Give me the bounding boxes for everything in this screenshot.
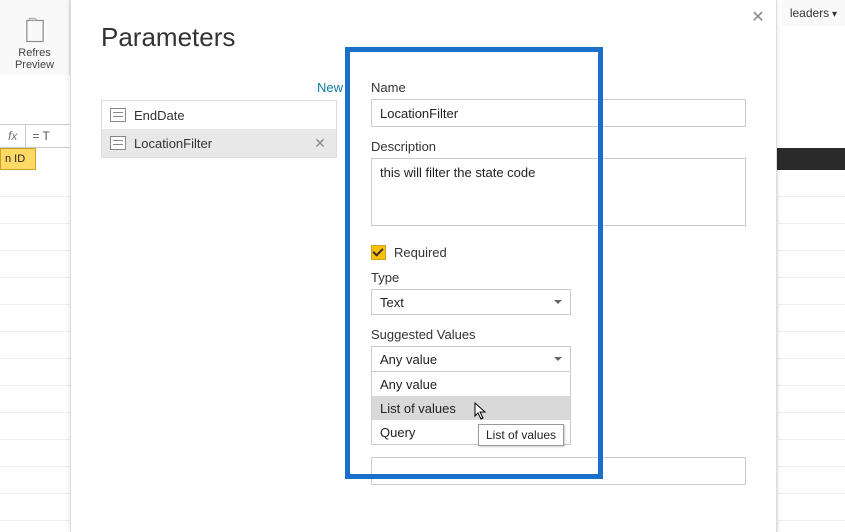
required-checkbox[interactable] xyxy=(371,245,386,260)
option-any-value[interactable]: Any value xyxy=(372,372,570,396)
new-parameter-link[interactable]: New xyxy=(317,80,343,95)
suggested-values-dropdown[interactable]: Any value xyxy=(371,346,571,372)
parameter-list: EndDate LocationFilter ✕ xyxy=(101,100,337,158)
type-value: Text xyxy=(380,295,404,310)
suggested-values-label: Suggested Values xyxy=(371,327,746,342)
dialog-title: Parameters xyxy=(71,0,776,69)
grid-rows-left xyxy=(0,170,70,532)
grid-rows-right xyxy=(777,170,845,532)
parameter-name: EndDate xyxy=(134,108,185,123)
required-row[interactable]: Required xyxy=(371,245,746,260)
parameter-icon xyxy=(110,136,126,150)
option-list-of-values[interactable]: List of values xyxy=(372,396,570,420)
suggested-values-value: Any value xyxy=(380,352,437,367)
parameter-icon xyxy=(110,108,126,122)
headers-dropdown[interactable]: leaders xyxy=(782,0,845,26)
list-item[interactable]: LocationFilter ✕ xyxy=(102,129,336,157)
refresh-label[interactable]: Refres Preview xyxy=(15,47,54,71)
fx-formula[interactable]: = T xyxy=(25,125,49,147)
name-field[interactable] xyxy=(371,99,746,127)
tooltip: List of values xyxy=(478,424,564,446)
type-label: Type xyxy=(371,270,746,285)
description-label: Description xyxy=(371,139,746,154)
current-value-field[interactable] xyxy=(371,457,746,485)
fx-label: fx xyxy=(0,129,25,143)
formula-bar: fx = T xyxy=(0,124,70,148)
dark-column-strip xyxy=(777,148,845,170)
required-label: Required xyxy=(394,245,447,260)
parameter-name: LocationFilter xyxy=(134,136,212,151)
column-header[interactable]: n ID xyxy=(0,148,36,170)
refresh-icon xyxy=(21,17,49,45)
name-label: Name xyxy=(371,80,746,95)
close-button[interactable]: ✕ xyxy=(748,8,768,28)
parameters-dialog: ✕ Parameters New EndDate LocationFilter … xyxy=(70,0,777,532)
list-item[interactable]: EndDate xyxy=(102,101,336,129)
delete-parameter-button[interactable]: ✕ xyxy=(312,135,328,152)
description-field[interactable]: this will filter the state code xyxy=(371,158,746,226)
type-dropdown[interactable]: Text xyxy=(371,289,571,315)
ribbon-refresh-group: Refres Preview xyxy=(0,0,70,75)
